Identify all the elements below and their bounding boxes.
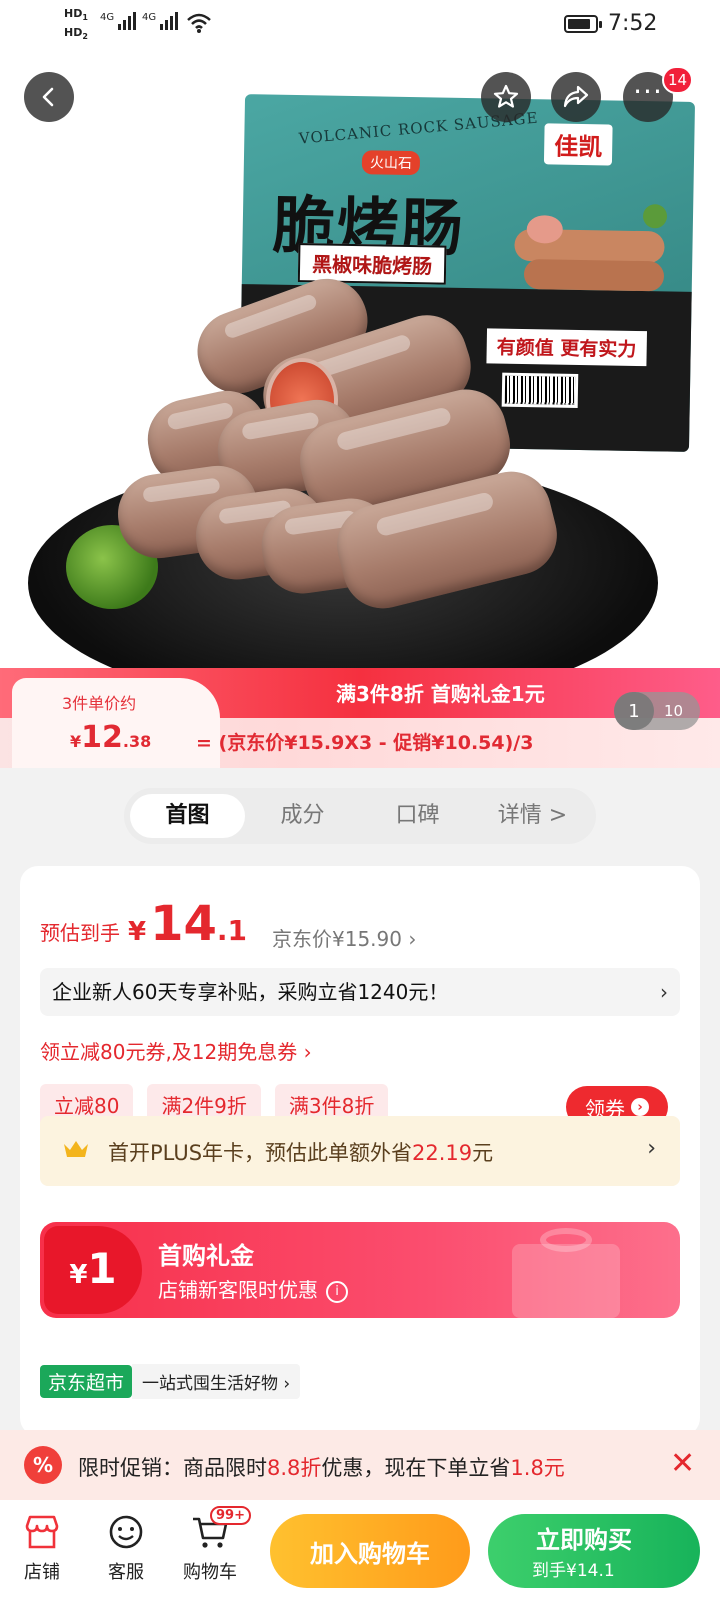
more-icon: ··· <box>633 75 663 108</box>
close-icon[interactable]: ✕ <box>670 1446 695 1481</box>
store-button[interactable]: 店铺 <box>2 1512 82 1584</box>
jd-supermarket-row[interactable]: 京东超市 一站式囤生活好物 › <box>40 1364 301 1399</box>
jd-supermarket-slogan: 一站式囤生活好物 › <box>132 1364 301 1399</box>
message-count-badge: 14 <box>662 66 694 94</box>
chevron-right-icon: › <box>631 1098 649 1116</box>
limited-promo-text: 限时促销：商品限时8.8折优惠，现在下单立省1.8元 <box>78 1456 565 1480</box>
signal-icon-2: 4G <box>142 12 179 30</box>
gift-desc: 店铺新客限时优惠 i <box>158 1274 348 1303</box>
jd-supermarket-badge: 京东超市 <box>40 1365 133 1398</box>
gift-title: 首购礼金 <box>158 1242 254 1270</box>
product-image[interactable]: VOLCANIC ROCK SAUSAGE 火山石 脆烤肠 黑椒味脆烤肠 佳凯 … <box>0 50 720 670</box>
promo-unit-price: ¥12.38 <box>70 720 152 755</box>
discount-icon: % <box>24 1446 62 1484</box>
battery-icon <box>564 15 602 33</box>
limited-promo-bar[interactable]: % 限时促销：商品限时8.8折优惠，现在下单立省1.8元 ✕ <box>0 1430 720 1500</box>
image-pager: 1 10 <box>614 692 700 730</box>
promo-headline: 满3件8折 首购礼金1元 <box>336 682 545 706</box>
tab-reviews[interactable]: 口碑 <box>360 794 475 838</box>
share-button[interactable] <box>551 72 601 122</box>
section-tabs: 首图 成分 口碑 详情 > <box>124 788 596 844</box>
share-icon <box>563 85 589 108</box>
promo-formula: = (京东价¥15.9X3 - 促销¥10.54)/3 <box>196 732 534 754</box>
info-icon[interactable]: i <box>326 1280 348 1303</box>
bottom-action-bar: 店铺 客服 购物车 99+ 加入购物车 立即购买 到手¥14.1 <box>0 1500 720 1600</box>
cart-count-badge: 99+ <box>210 1506 251 1525</box>
gift-box-decoration <box>512 1244 620 1318</box>
jd-price-link[interactable]: 京东价¥15.90 › <box>272 923 416 952</box>
crown-icon <box>62 1138 90 1166</box>
service-icon <box>106 1512 146 1552</box>
star-icon <box>493 84 519 108</box>
customer-service-button[interactable]: 客服 <box>86 1512 166 1584</box>
tab-details[interactable]: 详情 > <box>475 794 590 838</box>
package-brand: 佳凯 <box>543 123 613 166</box>
product-info-card: 预估到手 ¥ 14 .1 京东价¥15.90 › 企业新人60天专享补贴，采购立… <box>20 866 700 1436</box>
package-slogan: 有颜值 更有实力 <box>486 328 647 367</box>
plus-text: 首开PLUS年卡，预估此单额外省22.19元 <box>108 1141 494 1165</box>
status-time: 7:52 <box>608 11 658 36</box>
estimated-price: 预估到手 ¥ 14 .1 <box>40 896 248 952</box>
gift-amount: ¥1 <box>44 1226 142 1314</box>
favorite-button[interactable] <box>481 72 531 122</box>
package-sausage-photo <box>514 204 668 292</box>
back-button[interactable] <box>24 72 74 122</box>
first-purchase-gift[interactable]: ¥1 首购礼金 店铺新客限时优惠 i <box>40 1222 680 1318</box>
plus-membership-row[interactable]: 首开PLUS年卡，预估此单额外省22.19元 › <box>40 1116 680 1186</box>
store-icon <box>22 1512 62 1552</box>
hd-indicator: HD1 HD2 <box>64 7 88 42</box>
tab-main-image[interactable]: 首图 <box>130 794 245 838</box>
chevron-right-icon: › <box>647 1136 656 1161</box>
package-badge: 火山石 <box>361 150 421 176</box>
coupon-link[interactable]: 领立减80元券,及12期免息券 › <box>40 1036 312 1065</box>
wifi-icon <box>186 12 212 40</box>
tab-ingredients[interactable]: 成分 <box>245 794 360 838</box>
status-bar: HD1 HD2 4G 4G 7:52 <box>0 0 720 50</box>
back-icon <box>42 87 54 107</box>
add-to-cart-button[interactable]: 加入购物车 <box>270 1514 470 1588</box>
chevron-right-icon: › <box>660 980 668 1004</box>
promo-banner[interactable]: 3件单价约 ¥12.38 满3件8折 首购礼金1元 = (京东价¥15.9X3 … <box>0 668 720 768</box>
enterprise-subsidy-row[interactable]: 企业新人60天专享补贴，采购立省1240元！ › <box>40 968 680 1016</box>
buy-now-button[interactable]: 立即购买 到手¥14.1 <box>488 1514 700 1588</box>
promo-per-label: 3件单价约 <box>62 694 137 713</box>
package-barcode <box>501 372 579 408</box>
signal-icon: 4G <box>100 12 137 30</box>
